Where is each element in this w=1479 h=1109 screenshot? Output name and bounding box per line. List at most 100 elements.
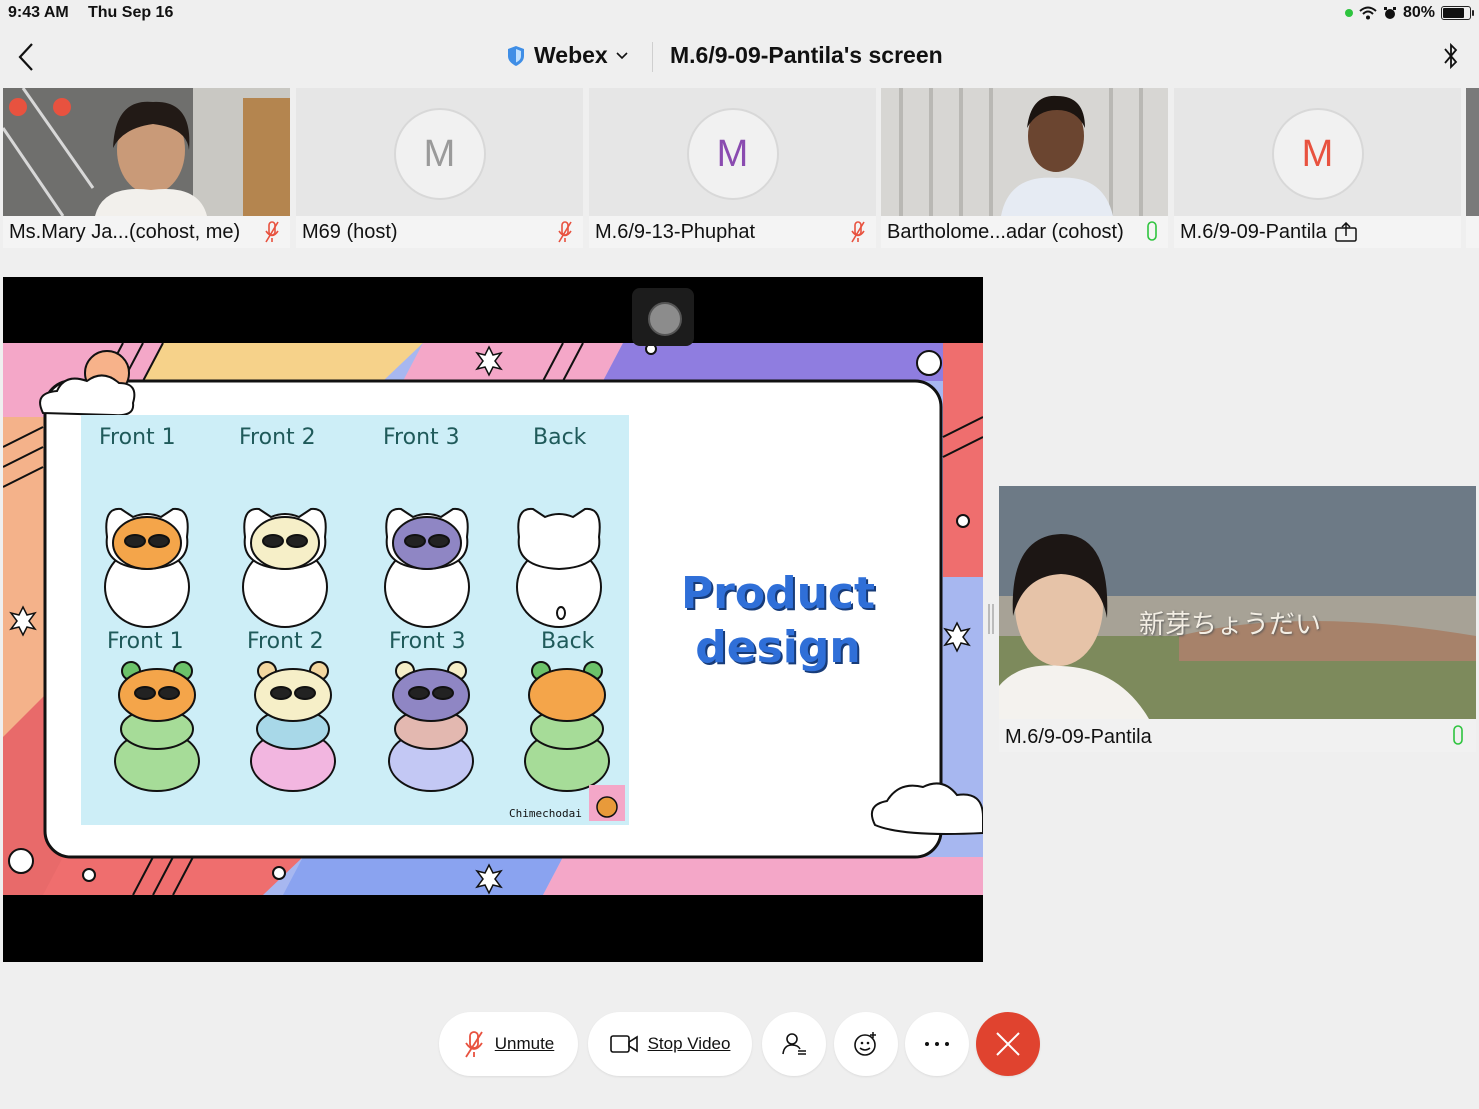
slide-heading-line2: design <box>695 622 861 673</box>
status-bar: 9:43 AM Thu Sep 16 80% <box>0 0 1479 28</box>
mic-muted-icon <box>464 1031 483 1058</box>
status-time: 9:43 AM <box>8 4 69 21</box>
smiley-icon <box>854 1032 876 1056</box>
status-date: Thu Sep 16 <box>88 4 174 21</box>
participant-video: M <box>296 88 583 216</box>
participant-namebar: M.6/9-13-Phuphat <box>589 216 876 248</box>
battery-fill <box>1443 8 1464 18</box>
product-illustrations <box>104 507 625 821</box>
reactions-button[interactable] <box>834 1012 898 1076</box>
unmute-button[interactable]: Unmute <box>439 1012 578 1076</box>
character2-front2 <box>250 661 336 792</box>
video-caption: 新芽ちょうだい <box>1139 610 1322 640</box>
participant-tile[interactable]: M M69 (host) <box>296 88 583 248</box>
mic-muted-icon <box>265 221 279 243</box>
participant-tile[interactable]: M M.6/9-13-Phuphat <box>589 88 876 248</box>
avatar-initial: M <box>423 132 456 175</box>
participant-video <box>3 88 290 217</box>
character-front3 <box>384 507 470 628</box>
battery-percent: 80% <box>1402 4 1435 21</box>
camera-notch-icon <box>632 288 694 346</box>
avatar-initial: M <box>1301 132 1334 175</box>
slide-heading-line1: Product <box>680 568 876 619</box>
slide-credit: Chimechodai <box>509 807 582 820</box>
participants-icon <box>782 1033 806 1055</box>
participant-name: M69 (host) <box>302 220 398 243</box>
avatar: M <box>686 108 779 200</box>
status-right: 80% <box>1344 4 1474 22</box>
share-screen-icon <box>1335 222 1357 242</box>
resize-handle[interactable] <box>988 604 994 634</box>
speaker-name: M.6/9-09-Pantila <box>1005 726 1152 748</box>
alarm-icon <box>1383 7 1396 19</box>
mic-muted-icon <box>558 221 572 243</box>
shared-screen[interactable]: Front 1 Front 2 Front 3 Back Front 1 Fro… <box>3 277 983 962</box>
participant-tile-partial[interactable] <box>1466 88 1479 248</box>
participant-name: M.6/9-09-Pantila <box>1180 220 1327 243</box>
slide-label: Front 1 <box>99 425 176 450</box>
app-name: Webex <box>534 42 608 68</box>
participant-namebar: Bartholome...adar (cohost) <box>881 216 1168 248</box>
participant-tile[interactable]: M M.6/9-09-Pantila <box>1174 88 1461 248</box>
record-indicator-icon <box>9 98 27 116</box>
header-divider <box>652 42 653 72</box>
participant-video: M <box>1174 88 1461 216</box>
participant-namebar: M.6/9-09-Pantila <box>1174 216 1461 248</box>
back-chevron-icon[interactable] <box>14 40 38 74</box>
participants-button[interactable] <box>762 1012 826 1076</box>
slide-heading: Product design <box>663 567 893 675</box>
character-front2 <box>242 507 328 628</box>
participant-video <box>881 88 1168 216</box>
video-frame <box>881 88 1168 216</box>
more-dots-icon <box>925 1042 949 1046</box>
participant-name: M.6/9-13-Phuphat <box>595 220 756 243</box>
character-front1 <box>104 507 190 628</box>
meeting-header: Webex M.6/9-09-Pantila's screen <box>0 28 1479 86</box>
video-camera-icon <box>609 1035 638 1053</box>
participant-namebar: M69 (host) <box>296 216 583 248</box>
participant-video <box>1466 88 1479 216</box>
slide-row1-labels: Front 1 Front 2 Front 3 Back <box>81 425 629 465</box>
chevron-down-icon <box>616 51 628 59</box>
recording-status-icon <box>53 98 71 116</box>
slide-label: Back <box>533 425 587 450</box>
stop-video-label: Stop Video <box>647 1034 731 1053</box>
active-speaker-view[interactable]: 新芽ちょうだい M.6/9-09-Pantila <box>999 486 1476 752</box>
unmute-label: Unmute <box>494 1034 555 1053</box>
mic-muted-icon <box>851 221 865 243</box>
close-icon <box>996 1032 1020 1056</box>
avatar: M <box>393 108 486 200</box>
slide-label: Front 2 <box>239 425 316 450</box>
participant-strip[interactable]: Ms.Mary Ja...(cohost, me) M M69 (host) M… <box>0 88 1479 250</box>
participant-namebar <box>1466 216 1479 248</box>
meeting-controls: Unmute Stop Video <box>0 1012 1479 1078</box>
character-back <box>516 507 602 628</box>
mic-on-icon <box>1453 725 1463 745</box>
participant-tile[interactable]: Bartholome...adar (cohost) <box>881 88 1168 248</box>
participant-name: Ms.Mary Ja...(cohost, me) <box>9 220 241 243</box>
avatar-initial: M <box>716 132 749 175</box>
page-title: M.6/9-09-Pantila's screen <box>670 42 943 68</box>
wifi-icon <box>1359 6 1377 20</box>
camera-in-use-icon <box>1344 9 1353 17</box>
shield-icon <box>508 45 524 66</box>
video-frame <box>3 88 290 217</box>
speaker-video: 新芽ちょうだい <box>999 486 1476 719</box>
leave-meeting-button[interactable] <box>976 1012 1040 1076</box>
more-options-button[interactable] <box>905 1012 969 1076</box>
character2-back <box>524 661 610 792</box>
character2-front3 <box>388 661 474 792</box>
speaker-namebar: M.6/9-09-Pantila <box>999 719 1476 752</box>
participant-video: M <box>589 88 876 216</box>
mic-on-icon <box>1147 221 1157 241</box>
character2-front1 <box>114 661 200 792</box>
slide-label: Front 3 <box>383 425 460 450</box>
participant-name: Bartholome...adar (cohost) <box>887 220 1124 243</box>
webex-menu-button[interactable]: Webex <box>506 42 628 69</box>
video-frame <box>999 486 1476 719</box>
battery-icon <box>1441 6 1474 20</box>
participant-tile[interactable]: Ms.Mary Ja...(cohost, me) <box>3 88 290 248</box>
participant-namebar: Ms.Mary Ja...(cohost, me) <box>3 216 290 248</box>
stop-video-button[interactable]: Stop Video <box>588 1012 752 1076</box>
bluetooth-icon[interactable] <box>1440 40 1462 72</box>
